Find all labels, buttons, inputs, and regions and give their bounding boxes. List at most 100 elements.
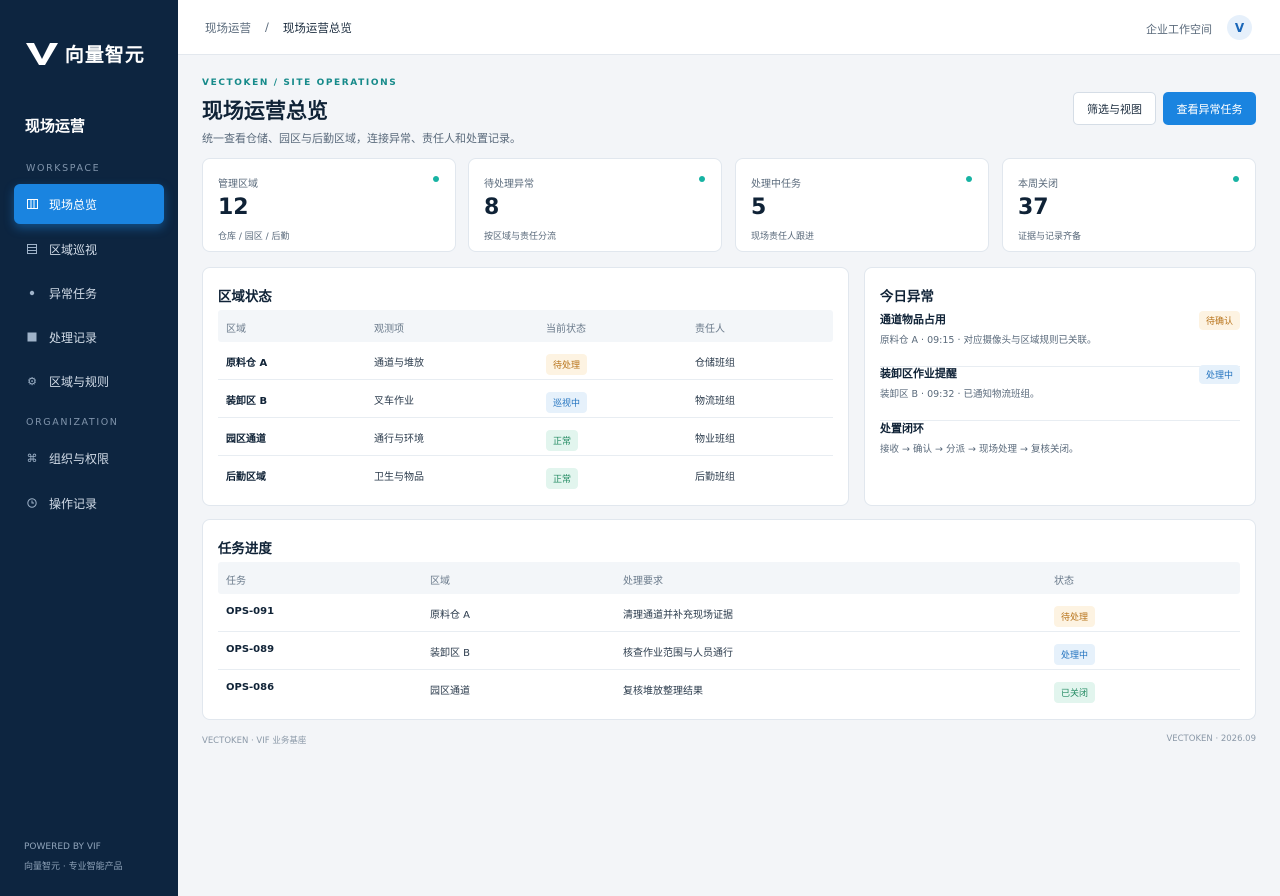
table-row[interactable]: 后勤区域 卫生与物品 正常 后勤班组 xyxy=(218,456,833,494)
item-cell: 卫生与物品 xyxy=(374,472,424,483)
sidebar-item-operation-log[interactable]: 操作记录 xyxy=(14,483,164,523)
powered-by: POWERED BY VIF xyxy=(24,842,101,852)
anomaly-item[interactable]: 装卸区作业提醒 装卸区 B · 09:32 · 已通知物流班组。 处理中 xyxy=(880,365,1240,421)
page-eyebrow: VECTOKEN / SITE OPERATIONS xyxy=(202,78,398,88)
owner-cell: 物业班组 xyxy=(695,434,735,445)
zone-cell: 原料仓 A xyxy=(430,610,471,621)
task-id-cell: OPS-089 xyxy=(226,644,275,655)
sidebar-tagline: 向量智元 · 专业智能产品 xyxy=(24,862,123,872)
zone-cell: 园区通道 xyxy=(430,686,470,697)
zone-cell: 园区通道 xyxy=(226,434,266,445)
requirement-cell: 复核堆放整理结果 xyxy=(623,686,703,697)
column-header: 状态 xyxy=(1054,576,1074,587)
sidebar-item-overview[interactable]: 现场总览 xyxy=(14,184,164,224)
task-id-cell: OPS-091 xyxy=(226,606,275,617)
stat-label: 处理中任务 xyxy=(751,179,801,190)
zone-status-panel: 区域状态 区域 观测项 当前状态 责任人 原料仓 A 通道与堆放 待处理 仓储班… xyxy=(202,267,849,506)
filter-view-button[interactable]: 筛选与视图 xyxy=(1073,92,1156,125)
breadcrumb-item[interactable]: 现场运营 xyxy=(205,20,251,36)
stat-value: 37 xyxy=(1018,195,1049,220)
status-badge: 处理中 xyxy=(1054,644,1096,665)
owner-cell: 物流班组 xyxy=(695,396,735,407)
status-dot-icon xyxy=(1233,176,1239,182)
table-row[interactable]: OPS-089 装卸区 B 核查作业范围与人员通行 处理中 xyxy=(218,632,1240,670)
stat-label: 本周关闭 xyxy=(1018,179,1058,190)
column-header: 区域 xyxy=(226,324,246,335)
sidebar-item-zones-rules[interactable]: ⚙ 区域与规则 xyxy=(14,361,164,401)
table-row[interactable]: OPS-086 园区通道 复核堆放整理结果 已关闭 xyxy=(218,670,1240,708)
table-row[interactable]: 原料仓 A 通道与堆放 待处理 仓储班组 xyxy=(218,342,833,380)
workspace-switcher[interactable]: 企业工作空间 xyxy=(1146,21,1212,37)
status-badge: 待确认 xyxy=(1198,311,1240,330)
breadcrumb-separator: / xyxy=(265,20,269,34)
stat-card: 处理中任务 5 现场责任人跟进 xyxy=(735,158,989,252)
logo-mark-icon xyxy=(26,42,58,65)
page-title: 现场运营总览 xyxy=(202,99,328,123)
column-header: 任务 xyxy=(226,576,246,587)
sidebar-item-org-permissions[interactable]: ⌘ 组织与权限 xyxy=(14,438,164,478)
sidebar-item-records[interactable]: 处理记录 xyxy=(14,317,164,357)
stat-value: 12 xyxy=(218,195,249,220)
stat-card: 本周关闭 37 证据与记录齐备 xyxy=(1002,158,1256,252)
sidebar-item-label: 区域与规则 xyxy=(49,374,110,389)
zone-cell: 装卸区 B xyxy=(430,648,471,659)
avatar[interactable]: V xyxy=(1227,15,1252,40)
brand-logo[interactable]: 向量智元 xyxy=(25,40,145,67)
sidebar-item-label: 异常任务 xyxy=(49,286,98,301)
gear-icon: ⚙ xyxy=(27,374,37,388)
item-cell: 通道与堆放 xyxy=(374,358,424,369)
list-icon xyxy=(26,243,38,255)
sidebar: 向量智元 现场运营 WORKSPACE 现场总览 区域巡视 异常任务 处理记录 … xyxy=(0,0,178,896)
stat-label: 待处理异常 xyxy=(484,179,534,190)
anomaly-desc: 装卸区 B · 09:32 · 已通知物流班组。 xyxy=(880,389,1040,400)
group-label-organization: ORGANIZATION xyxy=(26,417,119,428)
anomaly-item[interactable]: 通道物品占用 原料仓 A · 09:15 · 对应摄像头与区域规则已关联。 待确… xyxy=(880,311,1240,367)
stat-sub: 仓库 / 园区 / 后勤 xyxy=(218,232,290,242)
status-dot-icon xyxy=(433,176,439,182)
task-progress-panel: 任务进度 任务 区域 处理要求 状态 OPS-091 原料仓 A 清理通道并补充… xyxy=(202,519,1256,720)
command-icon: ⌘ xyxy=(26,451,38,465)
table-row[interactable]: 园区通道 通行与环境 正常 物业班组 xyxy=(218,418,833,456)
stat-value: 5 xyxy=(751,195,767,220)
anomaly-desc: 原料仓 A · 09:15 · 对应摄像头与区域规则已关联。 xyxy=(880,335,1097,346)
stat-value: 8 xyxy=(484,195,500,220)
page-description: 统一查看仓储、园区与后勤区域，连接异常、责任人和处置记录。 xyxy=(202,132,521,145)
zone-cell: 后勤区域 xyxy=(226,472,266,483)
view-anomaly-tasks-button[interactable]: 查看异常任务 xyxy=(1163,92,1256,125)
item-cell: 叉车作业 xyxy=(374,396,414,407)
table-row[interactable]: 装卸区 B 叉车作业 巡视中 物流班组 xyxy=(218,380,833,418)
sidebar-item-label: 操作记录 xyxy=(49,496,98,511)
table-row[interactable]: OPS-091 原料仓 A 清理通道并补充现场证据 待处理 xyxy=(218,594,1240,632)
anomaly-item: 处置闭环 接收 → 确认 → 分派 → 现场处理 → 复核关闭。 xyxy=(880,420,1240,476)
requirement-cell: 清理通道并补充现场证据 xyxy=(623,610,733,621)
dot-icon xyxy=(26,287,38,299)
status-badge: 待处理 xyxy=(1054,606,1096,627)
panel-title: 任务进度 xyxy=(218,541,272,557)
requirement-cell: 核查作业范围与人员通行 xyxy=(623,648,733,659)
stat-sub: 证据与记录齐备 xyxy=(1018,232,1082,242)
stat-sub: 按区域与责任分流 xyxy=(484,232,557,242)
brand-name: 向量智元 xyxy=(65,44,146,66)
square-icon xyxy=(26,331,38,343)
anomaly-title: 处置闭环 xyxy=(880,422,924,435)
column-header: 责任人 xyxy=(695,324,725,335)
column-header: 处理要求 xyxy=(623,576,663,587)
today-anomalies-panel: 今日异常 通道物品占用 原料仓 A · 09:15 · 对应摄像头与区域规则已关… xyxy=(864,267,1256,506)
status-badge: 正常 xyxy=(546,430,579,451)
stat-card: 管理区域 12 仓库 / 园区 / 后勤 xyxy=(202,158,456,252)
column-header: 当前状态 xyxy=(546,324,586,335)
column-header: 区域 xyxy=(430,576,450,587)
sidebar-item-anomaly-tasks[interactable]: 异常任务 xyxy=(14,273,164,313)
zone-cell: 原料仓 A xyxy=(226,358,268,369)
sidebar-section-title: 现场运营 xyxy=(25,117,86,135)
status-badge: 巡视中 xyxy=(546,392,588,413)
status-badge: 待处理 xyxy=(546,354,588,375)
sidebar-item-zone-patrol[interactable]: 区域巡视 xyxy=(14,229,164,269)
sidebar-item-label: 组织与权限 xyxy=(49,451,110,466)
status-dot-icon xyxy=(699,176,705,182)
status-badge: 正常 xyxy=(546,468,579,489)
stat-sub: 现场责任人跟进 xyxy=(751,232,815,242)
status-badge: 已关闭 xyxy=(1054,682,1096,703)
panel-title: 今日异常 xyxy=(880,289,934,305)
topbar: 现场运营 / 现场运营总览 企业工作空间 V xyxy=(178,0,1280,55)
